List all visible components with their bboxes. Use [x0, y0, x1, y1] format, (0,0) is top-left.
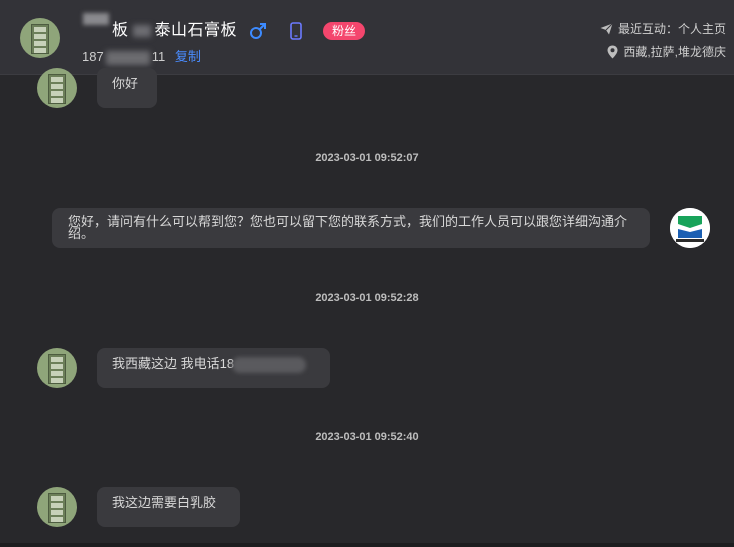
location-pin-icon — [607, 45, 618, 58]
location: 西藏,拉萨,堆龙德庆 — [607, 43, 726, 60]
copy-button[interactable]: 复制 — [175, 49, 201, 64]
contact-company: 泰山石膏板 — [154, 22, 238, 39]
phone-redaction — [105, 50, 150, 65]
message-timestamp: 2023-03-01 09:52:40 — [315, 431, 419, 443]
recent-interaction-text: 最近互动：个人主页 — [617, 22, 726, 36]
message-text: 我西藏这边 我电话18 — [112, 356, 235, 371]
send-icon — [600, 22, 613, 34]
location-text: 西藏,拉萨,堆龙德庆 — [623, 45, 726, 59]
customer-avatar[interactable] — [37, 68, 77, 108]
message-bubble: 你好 — [97, 68, 157, 108]
message-text: 我这边需要白乳胶 — [112, 495, 217, 510]
message-bubble: 我西藏这边 我电话18 — [97, 348, 330, 388]
customer-avatar[interactable] — [37, 348, 77, 388]
contact-name-text: 板 — [112, 22, 129, 39]
message-text: 您好，请问有什么可以帮到您？您也可以留下您的联系方式，我们的工作人员可以跟您详细… — [68, 214, 628, 241]
male-icon — [250, 23, 266, 39]
fan-badge: 粉丝 — [323, 22, 366, 40]
phone-row: 187 11 复制 — [82, 46, 201, 65]
phone-icon[interactable] — [290, 22, 302, 40]
agent-avatar[interactable] — [670, 208, 710, 248]
bottom-divider — [0, 543, 734, 547]
agent-message-bubble: 您好，请问有什么可以帮到您？您也可以留下您的联系方式，我们的工作人员可以跟您详细… — [52, 208, 650, 248]
brand-logo — [670, 208, 710, 248]
name-mask — [83, 13, 109, 25]
contact-avatar[interactable] — [20, 18, 60, 58]
message-timestamp: 2023-03-01 09:52:28 — [315, 292, 419, 304]
message-timestamp: 2023-03-01 09:52:07 — [315, 152, 419, 164]
contact-name: 板 泰山石膏板 — [112, 16, 237, 40]
phone-prefix: 187 — [82, 49, 104, 64]
recent-interaction[interactable]: 最近互动：个人主页 — [600, 20, 726, 37]
chat-header: 板 泰山石膏板 粉丝 187 11 复制 最近互动：个人主页 西藏,拉萨,堆龙德庆 — [0, 0, 734, 75]
message-text: 你好 — [112, 76, 139, 91]
phone-redaction — [232, 356, 307, 373]
customer-avatar[interactable] — [37, 487, 77, 527]
name-redaction — [132, 24, 151, 37]
phone-suffix: 11 — [151, 49, 166, 64]
message-bubble: 我这边需要白乳胶 — [97, 487, 240, 527]
